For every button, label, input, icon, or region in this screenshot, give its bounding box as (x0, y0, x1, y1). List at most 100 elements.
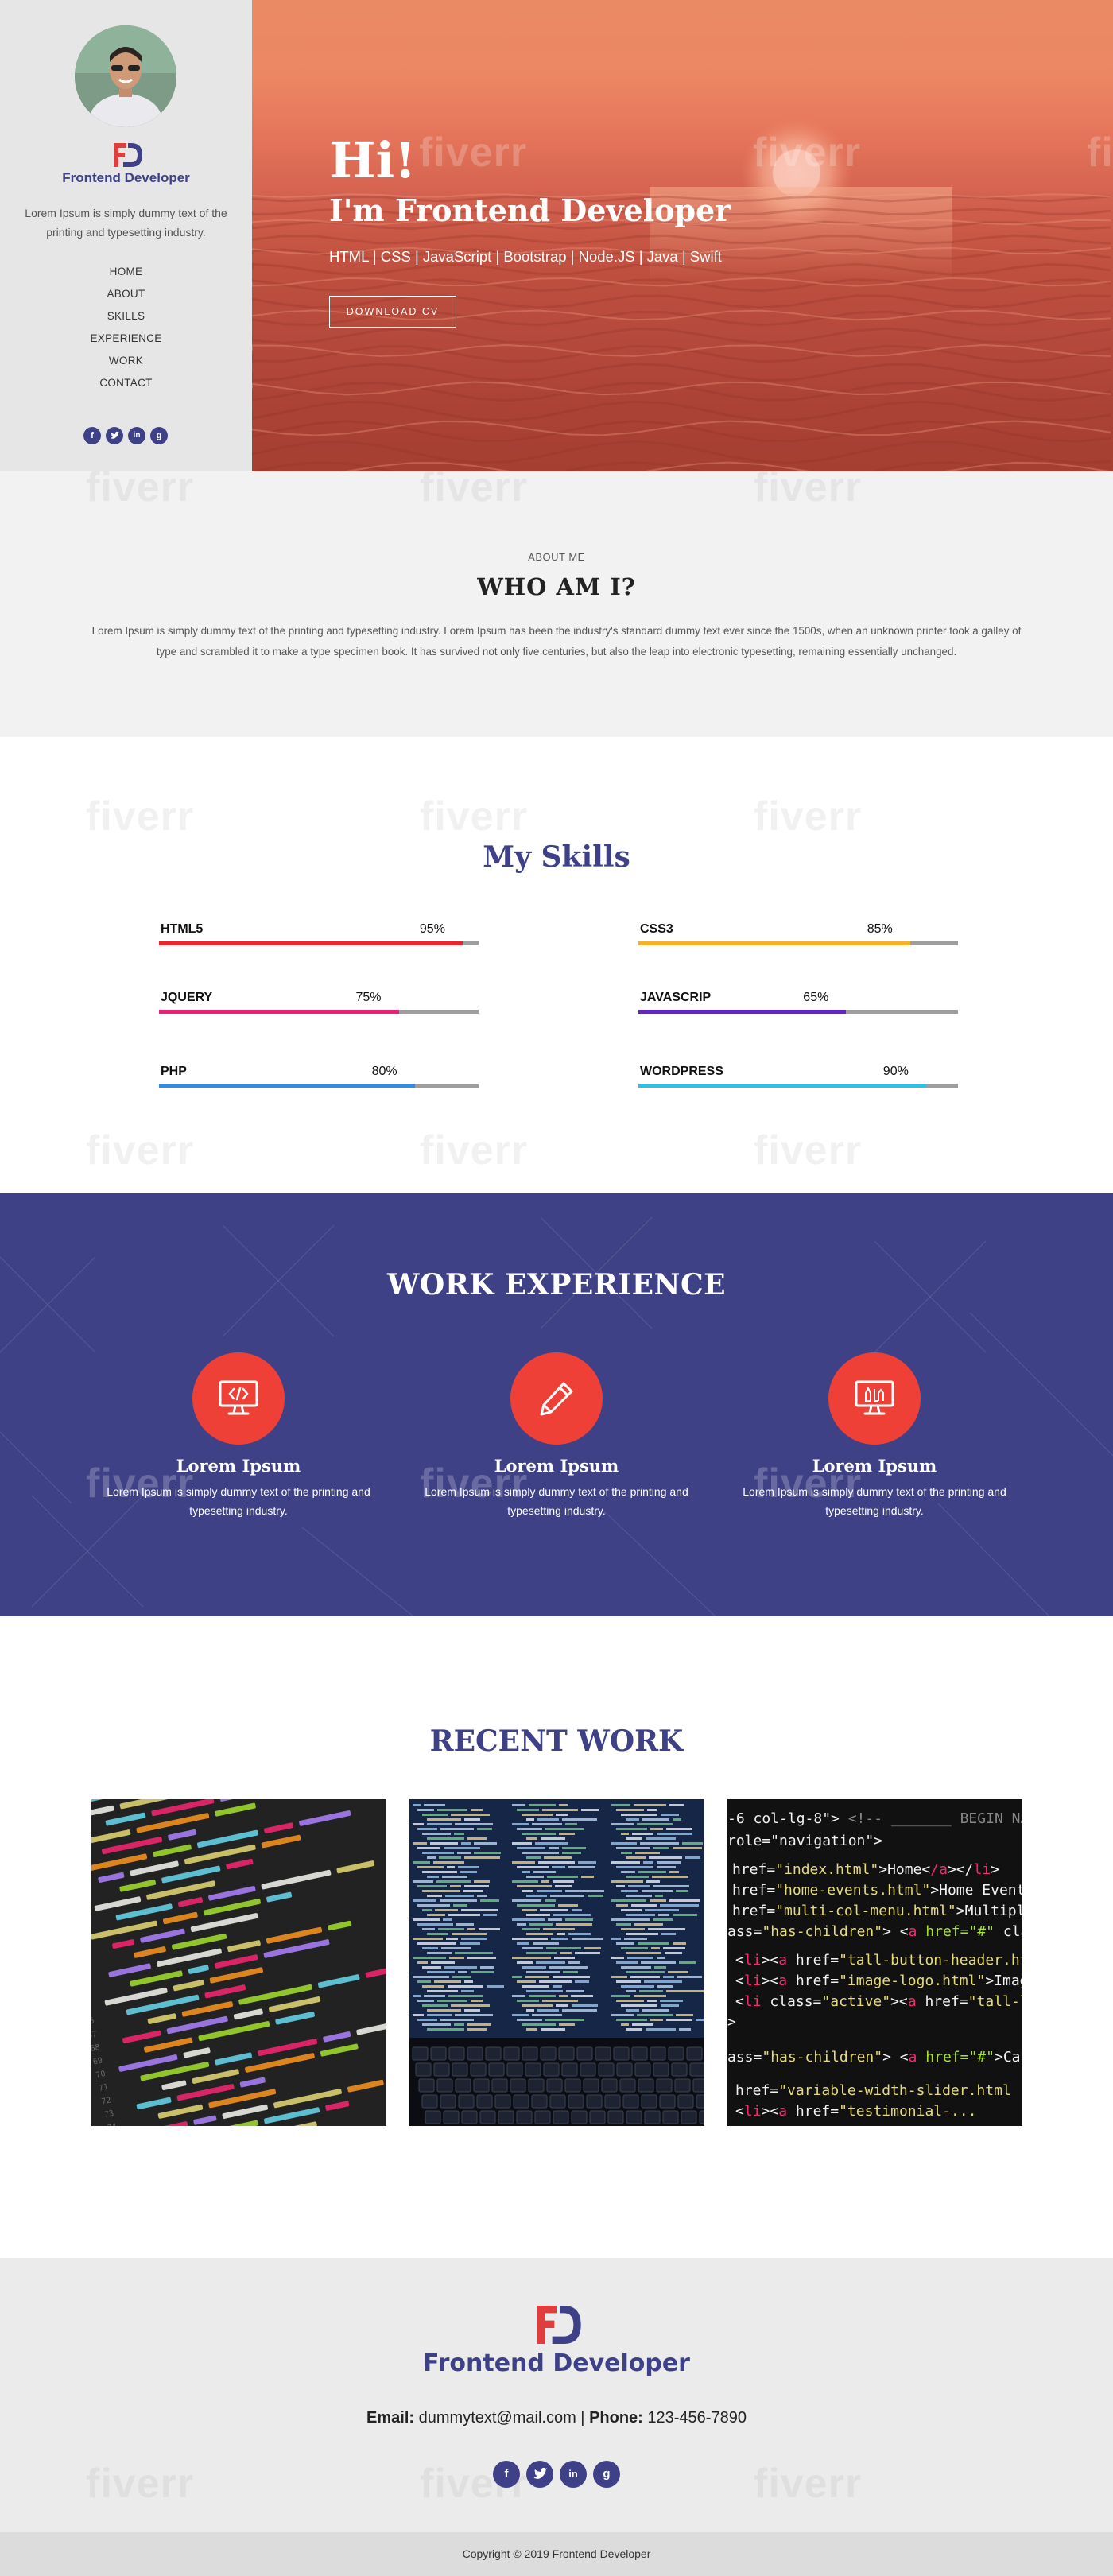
skill-name: PHP (161, 1065, 187, 1078)
svg-text:<li><a href="testimonial-...: <li><a href="testimonial-... (735, 2103, 976, 2120)
skill-track (159, 941, 479, 945)
skill-percent: 90% (882, 1065, 909, 1078)
skill-track (638, 1084, 958, 1088)
skill-fill (638, 941, 910, 945)
skill-bar: PHP 80% (159, 1065, 479, 1088)
svg-text:>: > (727, 2014, 736, 2031)
ocean-sunset-image (252, 118, 1111, 471)
footer: fiverr fiverr fiverr Frontend Developer … (0, 2258, 1113, 2532)
skill-track (159, 1084, 479, 1088)
about-text: Lorem Ipsum is simply dummy text of the … (91, 625, 1022, 658)
skill-fill (638, 1084, 926, 1088)
svg-text:href="variable-width-slider.ht: href="variable-width-slider.html (735, 2082, 1011, 2099)
nav-item-experience[interactable]: EXPERIENCE (0, 328, 252, 350)
skills-title: My Skills (483, 840, 630, 874)
svg-text:href="index.html">Home</a></li: href="index.html">Home</a></li> (732, 1861, 999, 1878)
experience-card-heading: Lorem Ipsum (176, 1456, 301, 1476)
skill-percent: 80% (371, 1065, 398, 1078)
svg-text:href="multi-col-menu.html">Mul: href="multi-col-menu.html">Multiple Co (732, 1903, 1022, 1919)
skill-bar: HTML5 95% (159, 922, 479, 946)
svg-text:<li><a href="tall-button-heade: <li><a href="tall-button-header.html (735, 1952, 1022, 1969)
fd-logo-icon (113, 143, 142, 167)
fd-logo-icon (537, 2306, 581, 2344)
sidebar-nav: HOME ABOUT SKILLS EXPERIENCE WORK CONTAC… (0, 261, 252, 394)
hero-section: Frontend Developer Lorem Ipsum is simply… (0, 0, 1113, 471)
skill-fill (159, 1010, 399, 1014)
skills-section: fiverr fiverr fiverr fiverr fiverr fiver… (0, 737, 1113, 1193)
download-cv-button[interactable]: DOWNLOAD CV (329, 296, 456, 328)
skill-bar: JAVASCRIP 65% (638, 991, 958, 1014)
hero-greeting: Hi! (329, 131, 417, 189)
nav-item-work[interactable]: WORK (0, 350, 252, 372)
copyright-bar: Copyright © 2019 Frontend Developer (0, 2532, 1113, 2576)
svg-text:<li class="active"><a href="ta: <li class="active"><a href="tall-logo. (735, 1993, 1022, 2010)
svg-text:-6 col-lg-8"> <!-- _______ BEG: -6 col-lg-8"> <!-- _______ BEGIN NAVI (727, 1810, 1022, 1827)
nav-item-about[interactable]: ABOUT (0, 283, 252, 305)
facebook-icon[interactable]: f (493, 2461, 520, 2488)
sidebar-social-links: f in g (78, 427, 173, 444)
hero-banner: fiverr fiverr fiverr Hi! I'm Frontend De… (252, 0, 1113, 471)
email-value[interactable]: dummytext@mail.com (419, 2409, 576, 2427)
footer-social-links: f in g (0, 2461, 1113, 2488)
sidebar-logo[interactable]: Frontend Developer (0, 142, 252, 186)
skill-fill (159, 1084, 415, 1088)
skill-name: HTML5 (161, 922, 204, 936)
footer-contact: Email: dummytext@mail.com | Phone: 123-4… (0, 2409, 1113, 2427)
work-item-laptop-code[interactable] (409, 1799, 704, 2126)
experience-section: fiverr fiverr fiverr WORK EXPERIENCE Lor… (0, 1193, 1113, 1616)
work-item-html-code[interactable]: -6 col-lg-8"> <!-- _______ BEGIN NAVI ro… (727, 1799, 1022, 2126)
avatar (75, 25, 176, 127)
experience-card: Lorem Ipsum Lorem Ipsum is simply dummy … (80, 1352, 398, 1520)
nav-item-home[interactable]: HOME (0, 261, 252, 283)
svg-text:ass="has-children"> <a href="#: ass="has-children"> <a href="#">Carousel (727, 2049, 1022, 2066)
design-monitor-icon (828, 1352, 921, 1445)
skill-bar: WORDPRESS 90% (638, 1065, 958, 1088)
experience-card-heading: Lorem Ipsum (494, 1456, 619, 1476)
phone-value[interactable]: 123-456-7890 (647, 2409, 747, 2427)
experience-card-text: Lorem Ipsum is simply dummy text of the … (743, 1485, 1006, 1517)
html-code-image: -6 col-lg-8"> <!-- _______ BEGIN NAVI ro… (727, 1799, 1022, 2126)
skill-track (638, 941, 958, 945)
twitter-icon[interactable] (526, 2461, 553, 2488)
linkedin-icon[interactable]: in (560, 2461, 587, 2488)
work-item-code-editor[interactable]: 5051525354555657585960616263646566676869… (91, 1799, 386, 2126)
skill-name: CSS3 (640, 922, 673, 936)
experience-title: WORK EXPERIENCE (386, 1268, 727, 1302)
nav-item-contact[interactable]: CONTACT (0, 372, 252, 394)
svg-text:href="home-events.html">Home E: href="home-events.html">Home Events</a (732, 1882, 1022, 1899)
skill-bar: JQUERY 75% (159, 991, 479, 1014)
sidebar-description: Lorem Ipsum is simply dummy text of the … (25, 207, 227, 239)
skill-fill (638, 1010, 847, 1014)
pencil-icon (510, 1352, 603, 1445)
footer-logo[interactable]: Frontend Developer (0, 2302, 1113, 2377)
skill-track (159, 1010, 479, 1014)
facebook-icon[interactable]: f (83, 427, 101, 444)
nav-item-skills[interactable]: SKILLS (0, 305, 252, 328)
experience-card: Lorem Ipsum Lorem Ipsum is simply dummy … (716, 1352, 1034, 1520)
skill-percent: 85% (867, 922, 893, 936)
hero-title: I'm Frontend Developer (329, 192, 731, 228)
phone-label: Phone: (589, 2409, 643, 2427)
laptop-screenshot-image (409, 1799, 704, 2126)
experience-card-heading: Lorem Ipsum (812, 1456, 937, 1476)
email-label: Email: (366, 2409, 415, 2427)
avatar-photo (75, 25, 176, 127)
skill-name: JAVASCRIP (640, 991, 712, 1004)
contact-separator: | (576, 2409, 590, 2427)
skill-percent: 95% (419, 922, 445, 936)
svg-text:role="navigation">: role="navigation"> (727, 1833, 882, 1849)
twitter-icon[interactable] (106, 427, 123, 444)
about-kicker: ABOUT ME (528, 551, 585, 563)
linkedin-icon[interactable]: in (128, 427, 145, 444)
google-icon[interactable]: g (150, 427, 168, 444)
skill-track (638, 1010, 958, 1014)
experience-card-text: Lorem Ipsum is simply dummy text of the … (107, 1485, 370, 1517)
google-icon[interactable]: g (593, 2461, 620, 2488)
sidebar: Frontend Developer Lorem Ipsum is simply… (0, 0, 252, 471)
experience-card: Lorem Ipsum Lorem Ipsum is simply dummy … (398, 1352, 716, 1520)
experience-card-text: Lorem Ipsum is simply dummy text of the … (425, 1485, 688, 1517)
recent-work-title: RECENT WORK (429, 1724, 684, 1758)
code-screenshot-image: 5051525354555657585960616263646566676869… (91, 1799, 386, 2126)
svg-text:ass="has-children"> <a href="#: ass="has-children"> <a href="#" class= (727, 1923, 1022, 1940)
sidebar-logo-text: Frontend Developer (62, 170, 190, 185)
